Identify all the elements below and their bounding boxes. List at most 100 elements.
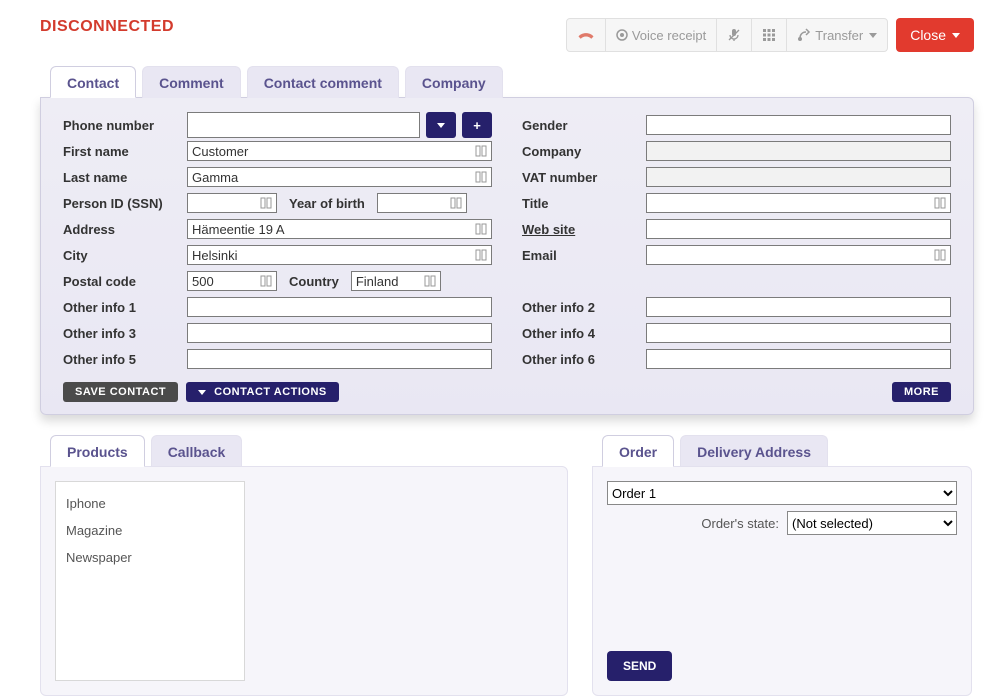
tab-contact[interactable]: Contact — [50, 66, 136, 98]
order-panel: Order 1 Order's state: (Not selected) SE… — [592, 466, 972, 696]
title-input[interactable] — [646, 193, 951, 213]
send-button[interactable]: SEND — [607, 651, 672, 681]
product-item[interactable]: Iphone — [56, 490, 244, 517]
label-email: Email — [522, 248, 640, 263]
transfer-button[interactable]: Transfer — [787, 19, 887, 51]
label-company: Company — [522, 144, 640, 159]
call-status: DISCONNECTED — [40, 18, 174, 36]
caret-down-icon — [437, 123, 445, 128]
field-action-icon[interactable] — [260, 196, 274, 210]
label-last-name: Last name — [63, 170, 181, 185]
phone-add-button[interactable]: + — [462, 112, 492, 138]
other4-input[interactable] — [646, 323, 951, 343]
hangup-icon — [577, 28, 595, 42]
label-city: City — [63, 248, 181, 263]
tab-delivery-address[interactable]: Delivery Address — [680, 435, 828, 467]
field-action-icon[interactable] — [424, 274, 438, 288]
first-name-input[interactable]: Customer — [187, 141, 492, 161]
contact-actions-button[interactable]: CONTACT ACTIONS — [186, 382, 339, 402]
label-gender: Gender — [522, 118, 640, 133]
tab-comment[interactable]: Comment — [142, 66, 241, 98]
website-input[interactable] — [646, 219, 951, 239]
field-action-icon[interactable] — [475, 170, 489, 184]
mute-button[interactable] — [717, 19, 752, 51]
label-person-id: Person ID (SSN) — [63, 196, 181, 211]
other2-input[interactable] — [646, 297, 951, 317]
city-input[interactable]: Helsinki — [187, 245, 492, 265]
voice-receipt-label: Voice receipt — [632, 28, 706, 43]
label-other6: Other info 6 — [522, 352, 640, 367]
other1-input[interactable] — [187, 297, 492, 317]
label-phone-number: Phone number — [63, 118, 181, 133]
label-vat: VAT number — [522, 170, 640, 185]
call-toolbar: Voice receipt Transfer — [566, 18, 888, 52]
dialpad-button[interactable] — [752, 19, 787, 51]
label-other5: Other info 5 — [63, 352, 181, 367]
address-input[interactable]: Hämeentie 19 A — [187, 219, 492, 239]
label-other3: Other info 3 — [63, 326, 181, 341]
caret-down-icon — [952, 33, 960, 38]
person-id-input[interactable] — [187, 193, 277, 213]
company-input[interactable] — [646, 141, 951, 161]
transfer-icon — [797, 28, 811, 42]
other5-input[interactable] — [187, 349, 492, 369]
label-address: Address — [63, 222, 181, 237]
tab-order[interactable]: Order — [602, 435, 674, 467]
label-country: Country — [283, 274, 345, 289]
label-website[interactable]: Web site — [522, 222, 640, 237]
tab-callback[interactable]: Callback — [151, 435, 243, 467]
label-year-of-birth: Year of birth — [283, 196, 371, 211]
tab-company[interactable]: Company — [405, 66, 503, 98]
caret-down-icon — [198, 390, 206, 395]
contact-actions-label: CONTACT ACTIONS — [214, 386, 327, 398]
field-action-icon[interactable] — [475, 222, 489, 236]
vat-input[interactable] — [646, 167, 951, 187]
transfer-label: Transfer — [815, 28, 863, 43]
label-other2: Other info 2 — [522, 300, 640, 315]
dialpad-icon — [762, 28, 776, 42]
field-action-icon[interactable] — [475, 248, 489, 262]
products-tabstrip: Products Callback — [40, 435, 568, 467]
order-select[interactable]: Order 1 — [607, 481, 957, 505]
contact-tabstrip: Contact Comment Contact comment Company — [40, 66, 974, 98]
postal-code-input[interactable]: 500 — [187, 271, 277, 291]
product-list[interactable]: Iphone Magazine Newspaper — [55, 481, 245, 681]
country-input[interactable]: Finland — [351, 271, 441, 291]
label-first-name: First name — [63, 144, 181, 159]
label-other1: Other info 1 — [63, 300, 181, 315]
tab-contact-comment[interactable]: Contact comment — [247, 66, 399, 98]
plus-icon: + — [473, 118, 481, 133]
email-input[interactable] — [646, 245, 951, 265]
field-action-icon[interactable] — [475, 144, 489, 158]
gender-input[interactable] — [646, 115, 951, 135]
order-state-select[interactable]: (Not selected) — [787, 511, 957, 535]
caret-down-icon — [869, 33, 877, 38]
hangup-button[interactable] — [567, 19, 606, 51]
label-other4: Other info 4 — [522, 326, 640, 341]
field-action-icon[interactable] — [450, 196, 464, 210]
phone-number-input[interactable] — [187, 112, 420, 138]
record-icon — [616, 29, 628, 41]
tab-products[interactable]: Products — [50, 435, 145, 467]
save-contact-button[interactable]: SAVE CONTACT — [63, 382, 178, 402]
products-panel: Iphone Magazine Newspaper — [40, 466, 568, 696]
other3-input[interactable] — [187, 323, 492, 343]
field-action-icon[interactable] — [260, 274, 274, 288]
voice-receipt-button[interactable]: Voice receipt — [606, 19, 717, 51]
field-action-icon[interactable] — [934, 196, 948, 210]
order-tabstrip: Order Delivery Address — [592, 435, 972, 467]
more-button[interactable]: MORE — [892, 382, 951, 402]
phone-dropdown-button[interactable] — [426, 112, 456, 138]
product-item[interactable]: Magazine — [56, 517, 244, 544]
mic-off-icon — [727, 28, 741, 42]
last-name-input[interactable]: Gamma — [187, 167, 492, 187]
field-action-icon[interactable] — [934, 248, 948, 262]
year-of-birth-input[interactable] — [377, 193, 467, 213]
product-item[interactable]: Newspaper — [56, 544, 244, 571]
label-title: Title — [522, 196, 640, 211]
other6-input[interactable] — [646, 349, 951, 369]
label-postal-code: Postal code — [63, 274, 181, 289]
close-label: Close — [910, 27, 946, 43]
close-button[interactable]: Close — [896, 18, 974, 52]
order-state-label: Order's state: — [701, 516, 779, 531]
